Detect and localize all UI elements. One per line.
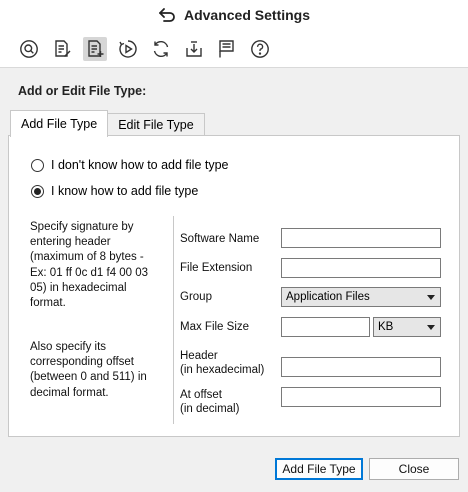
option-unknown[interactable]: I don't know how to add file type [31,158,229,172]
option-unknown-label: I don't know how to add file type [51,158,229,172]
window-title: Advanced Settings [183,7,311,23]
max-file-size-input[interactable] [281,317,370,337]
group-label: Group [180,291,212,303]
software-name-input[interactable] [281,228,441,248]
refresh-button[interactable] [149,37,173,61]
radio-unknown[interactable] [31,158,44,172]
play-button[interactable] [116,37,140,61]
toolbar [0,30,468,68]
document-edit-icon [55,39,71,57]
offset-label-line2: (in decimal) [180,403,240,415]
close-button[interactable]: Close [369,458,459,480]
header-label-line2: (in hexadecimal) [180,364,265,376]
help-button[interactable] [248,37,272,61]
software-name-label: Software Name [180,233,260,245]
offset-input[interactable] [281,387,441,407]
help-signature-text: Specify signature by entering header (ma… [30,221,149,310]
option-known[interactable]: I know how to add file type [31,184,198,198]
offset-label: At offset (in decimal) [180,388,239,416]
chevron-down-icon [427,295,435,300]
flag-list-icon [219,39,234,57]
max-file-size-label: Max File Size [180,321,250,333]
undo-arrow-icon[interactable] [158,8,176,22]
refresh-icon [153,40,169,57]
help-offset-text: Also specify its corresponding offset (b… [30,341,147,399]
offset-label-line1: At offset [180,389,222,401]
header-label-line1: Header [180,350,218,362]
document-add-icon [88,39,104,57]
section-heading: Add or Edit File Type: [18,84,147,98]
tab-panel: I don't know how to add file type I know… [8,135,460,437]
download-icon [186,40,202,57]
scan-button[interactable] [17,37,41,61]
tab-strip: Add File Type Edit File Type [10,110,205,137]
flag-list-button[interactable] [215,37,239,61]
file-extension-label: File Extension [180,262,253,274]
add-document-button[interactable] [83,36,107,61]
size-unit-select[interactable]: KB [373,317,441,337]
vertical-divider [173,216,174,424]
size-unit-value: KB [378,321,394,333]
file-extension-input[interactable] [281,258,441,278]
chevron-down-icon [427,325,435,330]
play-document-icon [119,39,137,58]
download-button[interactable] [182,37,206,61]
tab-add-file-type[interactable]: Add File Type [10,110,109,137]
header-input[interactable] [281,357,441,377]
add-file-type-button[interactable]: Add File Type [275,458,363,480]
edit-document-button[interactable] [50,37,74,61]
option-known-label: I know how to add file type [51,184,199,198]
help-icon [251,39,269,58]
title-bar: Advanced Settings [0,0,468,30]
radio-known[interactable] [31,184,44,198]
scan-icon [20,39,38,58]
tab-edit-file-type[interactable]: Edit File Type [107,113,205,136]
group-select-value: Application Files [286,291,370,303]
group-select[interactable]: Application Files [281,287,441,307]
header-label: Header (in hexadecimal) [180,349,264,377]
